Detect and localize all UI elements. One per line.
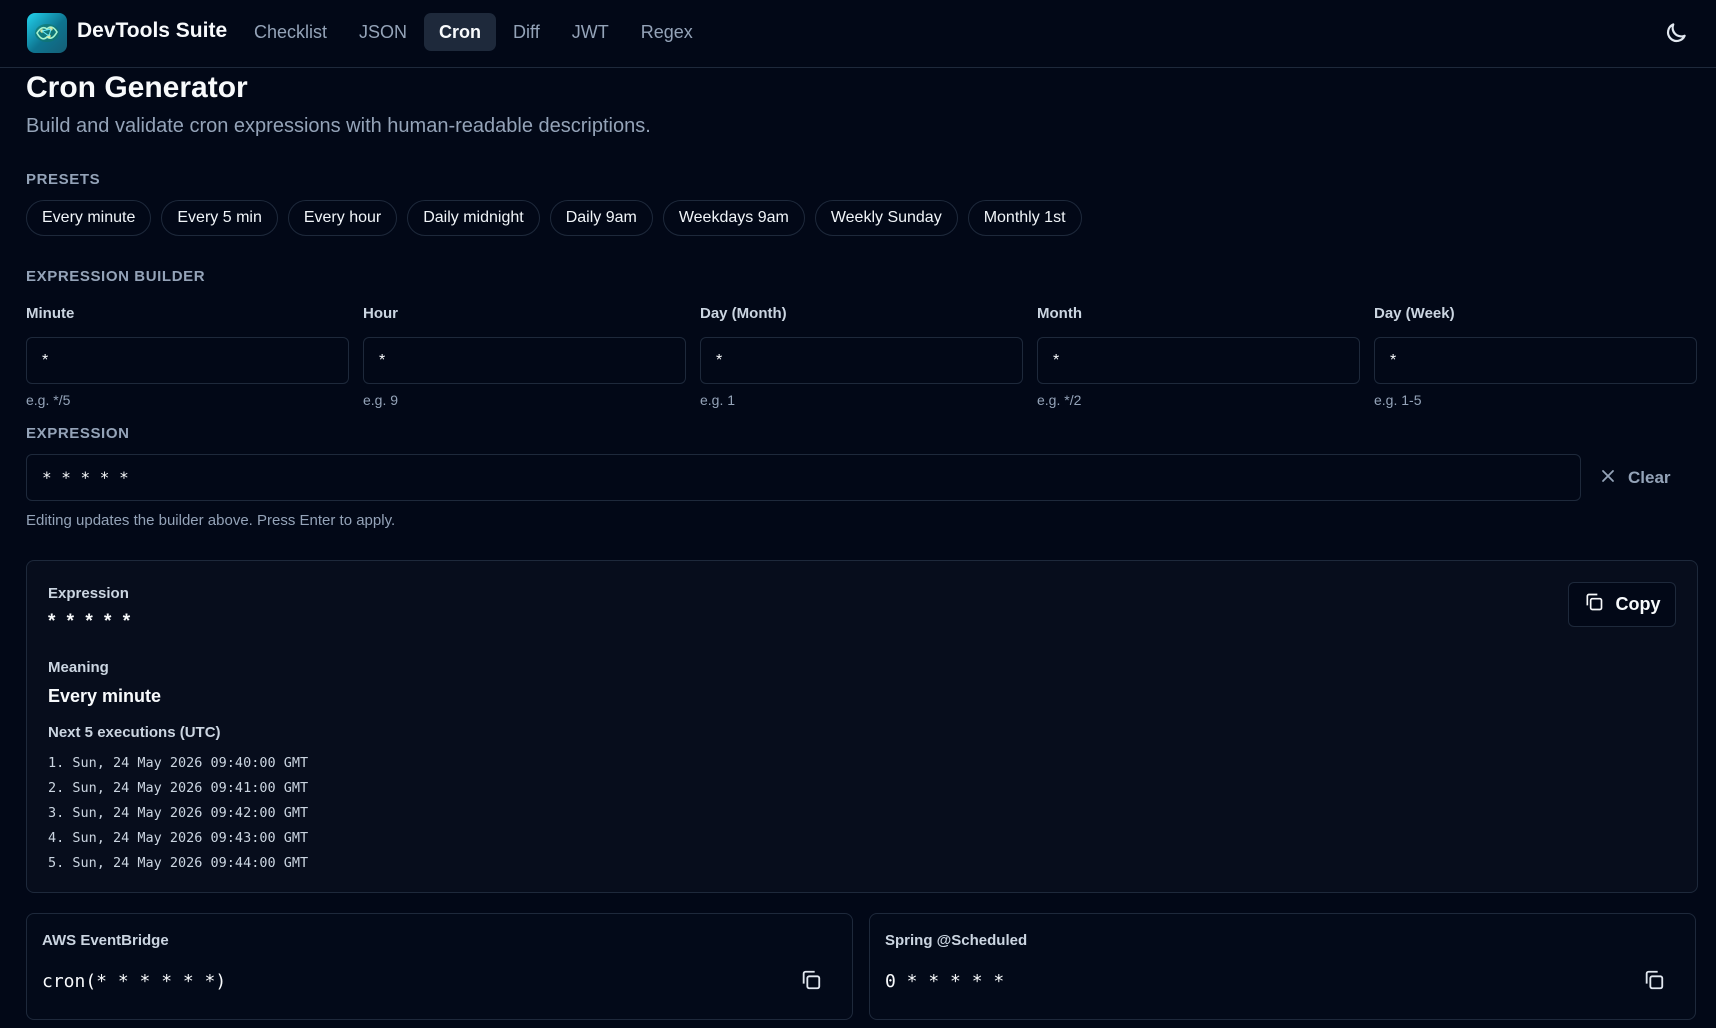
app-title[interactable]: DevTools Suite (77, 19, 227, 43)
expression-input[interactable]: * * * * * (26, 454, 1581, 501)
preset-list: Every minute Every 5 min Every hour Dail… (26, 200, 1082, 236)
preset-daily-midnight[interactable]: Daily midnight (407, 200, 540, 236)
main-nav: Checklist JSON Cron Diff JWT Regex (239, 13, 710, 51)
nav-checklist[interactable]: Checklist (239, 13, 342, 51)
run-item: 1. Sun, 24 May 2026 09:40:00 GMT (48, 755, 309, 771)
nav-json[interactable]: JSON (344, 13, 422, 51)
run-item: 4. Sun, 24 May 2026 09:43:00 GMT (48, 830, 309, 846)
aws-value: cron(* * * * * *) (42, 971, 227, 992)
next-runs-list: 1. Sun, 24 May 2026 09:40:00 GMT 2. Sun,… (48, 751, 308, 876)
field-hint: e.g. */5 (26, 392, 71, 408)
run-item: 5. Sun, 24 May 2026 09:44:00 GMT (48, 855, 309, 871)
nav-regex[interactable]: Regex (626, 13, 708, 51)
run-item: 3. Sun, 24 May 2026 09:42:00 GMT (48, 805, 309, 821)
nav-jwt[interactable]: JWT (557, 13, 624, 51)
next-runs-heading: Next 5 executions (UTC) (48, 724, 221, 741)
month-field: Month * e.g. */2 (1037, 305, 1360, 408)
copy-icon[interactable] (800, 969, 824, 993)
page-title: Cron Generator (26, 71, 248, 104)
expression-heading: Expression (48, 585, 129, 602)
preset-every-hour[interactable]: Every hour (287, 200, 398, 236)
field-hint: e.g. 9 (363, 392, 399, 408)
brain-circuit-icon[interactable] (27, 13, 67, 53)
field-hint: e.g. 1 (700, 392, 736, 408)
expression-display: * * * * * (48, 611, 134, 632)
preset-daily-9am[interactable]: Daily 9am (549, 200, 653, 236)
meaning-text: Every minute (48, 686, 162, 706)
preset-weekly-sunday[interactable]: Weekly Sunday (814, 200, 958, 236)
spring-value: 0 * * * * * (885, 971, 1005, 992)
field-label: Day (Week) (1374, 305, 1455, 322)
aws-eventbridge-card: AWS EventBridge cron(* * * * * *) (26, 913, 853, 1020)
clear-label: Clear (1628, 468, 1671, 487)
field-label: Minute (26, 305, 75, 322)
nav-diff[interactable]: Diff (498, 13, 555, 51)
nav-cron[interactable]: Cron (424, 13, 497, 51)
day-of-month-input[interactable]: * (700, 337, 1023, 384)
top-navbar: DevTools Suite Checklist JSON Cron Diff … (0, 0, 1716, 68)
copy-icon (1584, 592, 1604, 617)
minute-input[interactable]: * (26, 337, 349, 384)
preset-every-5-min[interactable]: Every 5 min (161, 200, 278, 236)
minute-field: Minute * e.g. */5 (26, 305, 349, 408)
hour-field: Hour * e.g. 9 (363, 305, 686, 408)
field-label: Month (1037, 305, 1082, 322)
day-of-week-input[interactable]: * (1374, 337, 1697, 384)
copy-label: Copy (1615, 594, 1661, 614)
aws-label: AWS EventBridge (42, 932, 169, 949)
page-subtitle: Build and validate cron expressions with… (26, 115, 651, 137)
moon-icon[interactable] (1663, 20, 1689, 46)
preset-monthly-1st[interactable]: Monthly 1st (967, 200, 1082, 236)
copy-icon[interactable] (1643, 969, 1667, 993)
hour-input[interactable]: * (363, 337, 686, 384)
spring-scheduled-card: Spring @Scheduled 0 * * * * * (869, 913, 1696, 1020)
close-icon (1600, 468, 1616, 489)
day-of-week-field: Day (Week) * e.g. 1-5 (1374, 305, 1697, 408)
month-input[interactable]: * (1037, 337, 1360, 384)
spring-label: Spring @Scheduled (885, 932, 1028, 949)
preset-every-minute[interactable]: Every minute (26, 200, 152, 236)
result-card: Expression * * * * * Meaning Every minut… (26, 560, 1698, 893)
clear-button[interactable]: Clear (1600, 461, 1671, 495)
copy-button[interactable]: Copy (1568, 582, 1676, 627)
field-hint: e.g. */2 (1037, 392, 1082, 408)
day-of-month-field: Day (Month) * e.g. 1 (700, 305, 1023, 408)
expression-help: Editing updates the builder above. Press… (26, 512, 396, 529)
run-item: 2. Sun, 24 May 2026 09:41:00 GMT (48, 780, 309, 796)
builder-label: EXPRESSION BUILDER (26, 268, 206, 285)
field-label: Day (Month) (700, 305, 787, 322)
field-label: Hour (363, 305, 398, 322)
meaning-heading: Meaning (48, 659, 109, 676)
expression-label: EXPRESSION (26, 425, 130, 442)
presets-label: PRESETS (26, 171, 101, 188)
field-hint: e.g. 1-5 (1374, 392, 1422, 408)
preset-weekdays-9am[interactable]: Weekdays 9am (662, 200, 805, 236)
